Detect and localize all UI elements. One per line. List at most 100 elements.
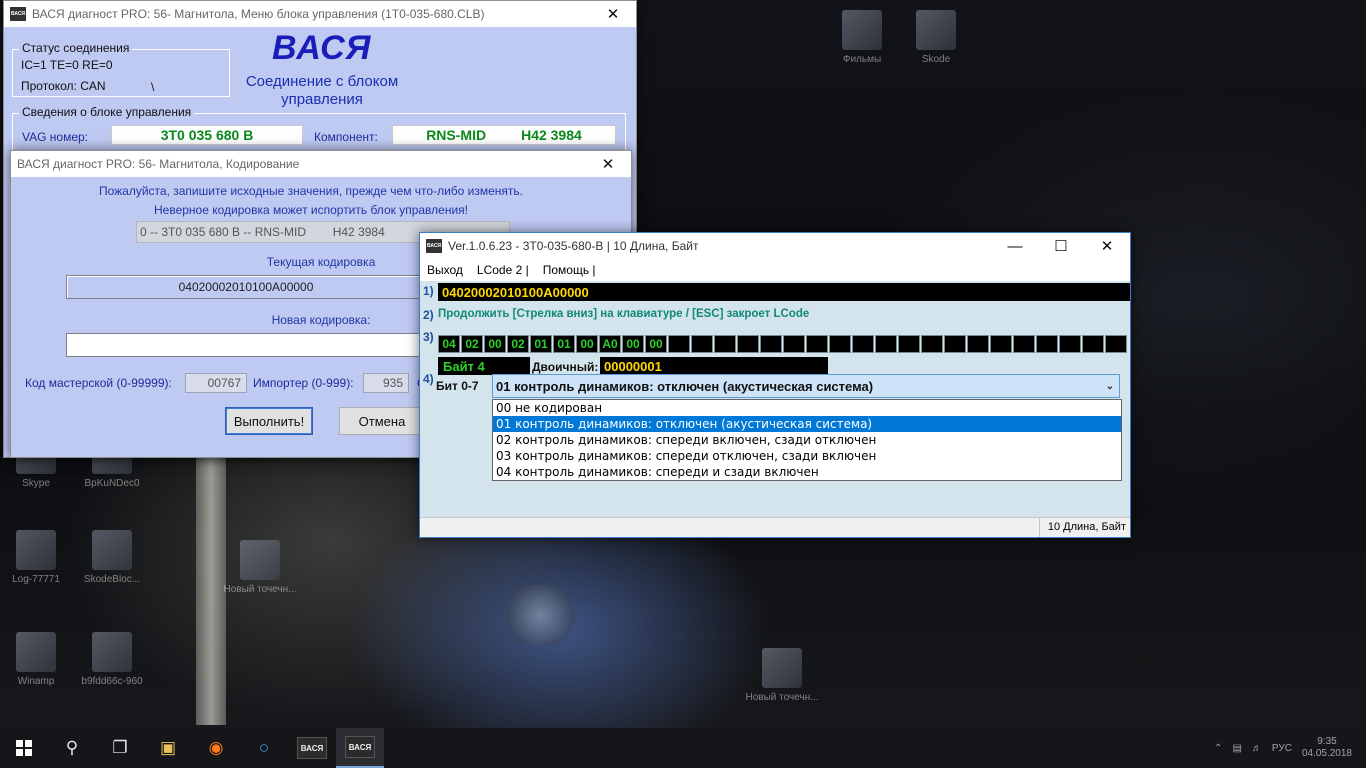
cancel-button[interactable]: Отмена: [339, 407, 425, 435]
taskbar-firefox[interactable]: ◉: [192, 728, 240, 768]
taskbar-vasya-2[interactable]: ВАСЯ: [336, 728, 384, 768]
byte-cell[interactable]: 00: [484, 335, 506, 353]
desktop-icon-new-dot-1[interactable]: Новый точечн...: [220, 540, 300, 596]
taskbar: ⚲ ❐ ▣ ◉ ○ ВАСЯ ВАСЯ ⌃ ▤ ♬ РУС 9:35 04.05…: [0, 728, 1366, 768]
byte-cell[interactable]: [691, 335, 713, 353]
dropdown-option[interactable]: 01 контроль динамиков: отключен (акустич…: [493, 416, 1121, 432]
language-indicator[interactable]: РУС: [1272, 743, 1292, 754]
title-bar[interactable]: ВАСЯ ВАСЯ диагност PRO: 56- Магнитола, М…: [4, 1, 636, 27]
taskbar-skype[interactable]: ○: [240, 728, 288, 768]
dropdown-option[interactable]: 00 не кодирован: [493, 400, 1121, 416]
component-field: RNS-MID H42 3984: [392, 125, 616, 145]
byte-cell[interactable]: [737, 335, 759, 353]
chevron-down-icon[interactable]: ⌄: [1101, 381, 1119, 392]
close-button[interactable]: ✕: [1084, 233, 1130, 259]
taskbar-vasya-1[interactable]: ВАСЯ: [288, 728, 336, 768]
volume-icon[interactable]: ♬: [1252, 743, 1262, 754]
byte-cell[interactable]: [1013, 335, 1035, 353]
group-title: Сведения о блоке управления: [19, 105, 195, 119]
title-bar[interactable]: ВАСЯ Ver.1.0.6.23 - 3T0-035-680-B | 10 Д…: [420, 233, 1130, 259]
desktop-icon-films[interactable]: Фильмы: [822, 10, 902, 66]
byte-cell[interactable]: [760, 335, 782, 353]
byte-cell[interactable]: 00: [645, 335, 667, 353]
byte-cell[interactable]: 02: [507, 335, 529, 353]
menu-help[interactable]: Помощь |: [536, 263, 603, 277]
folder-icon: [842, 10, 882, 50]
winamp-icon: [16, 632, 56, 672]
vasya-app-icon: ВАСЯ: [297, 737, 327, 759]
byte-cell[interactable]: [898, 335, 920, 353]
title-bar[interactable]: ВАСЯ диагност PRO: 56- Магнитола, Кодиро…: [11, 151, 631, 177]
bit-option-dropdown[interactable]: 01 контроль динамиков: отключен (акустич…: [492, 374, 1120, 398]
menu-lcode2[interactable]: LCode 2 |: [470, 263, 536, 277]
desktop-icon-winamp[interactable]: Winamp: [0, 632, 76, 688]
byte-cell[interactable]: [668, 335, 690, 353]
status-line-protocol: Протокол: CAN: [21, 79, 106, 93]
importer-label: Импортер (0-999):: [253, 376, 354, 390]
status-spinner: \: [151, 80, 155, 94]
clock[interactable]: 9:35 04.05.2018: [1302, 736, 1352, 760]
byte-cell[interactable]: [875, 335, 897, 353]
vasya-app-icon: ВАСЯ: [426, 239, 442, 253]
byte-cell[interactable]: [714, 335, 736, 353]
byte-cell[interactable]: [921, 335, 943, 353]
current-coding-field: 04020002010100A00000: [66, 275, 426, 299]
dropdown-list: 00 не кодирован 01 контроль динамиков: от…: [492, 399, 1122, 481]
maximize-icon: ☐: [1054, 238, 1068, 255]
dropdown-option[interactable]: 02 контроль динамиков: спереди включен, …: [493, 432, 1121, 448]
dropdown-option[interactable]: 04 контроль динамиков: спереди и сзади в…: [493, 464, 1121, 480]
document-icon: [16, 530, 56, 570]
network-icon[interactable]: ▤: [1232, 743, 1241, 754]
byte-cell[interactable]: A0: [599, 335, 621, 353]
new-coding-label: Новая кодировка:: [271, 313, 371, 327]
byte-cell[interactable]: [1036, 335, 1058, 353]
close-button[interactable]: ✕: [590, 1, 636, 27]
byte-cell[interactable]: [990, 335, 1012, 353]
byte-cell[interactable]: 00: [622, 335, 644, 353]
step-2-label: 2): [423, 308, 434, 322]
menu-exit[interactable]: Выход: [420, 263, 470, 277]
taskbar-explorer[interactable]: ▣: [144, 728, 192, 768]
importer-input[interactable]: 935: [363, 373, 409, 393]
desktop-icon-log[interactable]: Log-77771: [0, 530, 76, 586]
byte-cell[interactable]: [967, 335, 989, 353]
search-button[interactable]: ⚲: [48, 728, 96, 768]
byte-cell[interactable]: [829, 335, 851, 353]
byte-cells: 04 02 00 02 01 01 00 A0 00 00: [438, 335, 1128, 353]
desktop-icon-skodebloc[interactable]: SkodeBloc...: [72, 530, 152, 586]
desktop-icon-new-dot-2[interactable]: Новый точечн...: [742, 648, 822, 704]
task-view-button[interactable]: ❐: [96, 728, 144, 768]
search-icon: ⚲: [65, 738, 79, 757]
chevron-up-icon[interactable]: ⌃: [1214, 743, 1222, 754]
dropdown-option[interactable]: 03 контроль динамиков: спереди отключен,…: [493, 448, 1121, 464]
window-title: ВАСЯ диагност PRO: 56- Магнитола, Меню б…: [32, 7, 485, 21]
clock-time: 9:35: [1317, 736, 1337, 747]
byte-cell[interactable]: 02: [461, 335, 483, 353]
byte-cell[interactable]: [806, 335, 828, 353]
windows-logo-icon: [16, 740, 32, 756]
byte-cell[interactable]: [783, 335, 805, 353]
execute-button[interactable]: Выполнить!: [225, 407, 313, 435]
byte-cell[interactable]: 01: [530, 335, 552, 353]
desktop-icon-skode[interactable]: Skode: [896, 10, 976, 66]
byte-cell[interactable]: 01: [553, 335, 575, 353]
byte-cell[interactable]: [944, 335, 966, 353]
byte-cell[interactable]: [1082, 335, 1104, 353]
close-icon: ✕: [606, 6, 620, 23]
byte-cell[interactable]: [1059, 335, 1081, 353]
close-button[interactable]: ✕: [585, 151, 631, 177]
new-coding-input[interactable]: [66, 333, 426, 357]
byte-cell[interactable]: 04: [438, 335, 460, 353]
byte-cell[interactable]: [852, 335, 874, 353]
coding-string-field[interactable]: 04020002010100A00000: [438, 283, 1130, 301]
start-button[interactable]: [0, 728, 48, 768]
file-icon: [92, 530, 132, 570]
byte-cell[interactable]: [1105, 335, 1127, 353]
byte-cell[interactable]: 00: [576, 335, 598, 353]
workshop-code-input[interactable]: 00767: [185, 373, 247, 393]
menu-bar: Выход LCode 2 | Помощь |: [420, 259, 1130, 281]
minimize-button[interactable]: —: [992, 233, 1038, 259]
background-car-headlight: [495, 585, 585, 645]
maximize-button[interactable]: ☐: [1038, 233, 1084, 259]
desktop-icon-b9fdd[interactable]: b9fdd66c-960: [72, 632, 152, 688]
